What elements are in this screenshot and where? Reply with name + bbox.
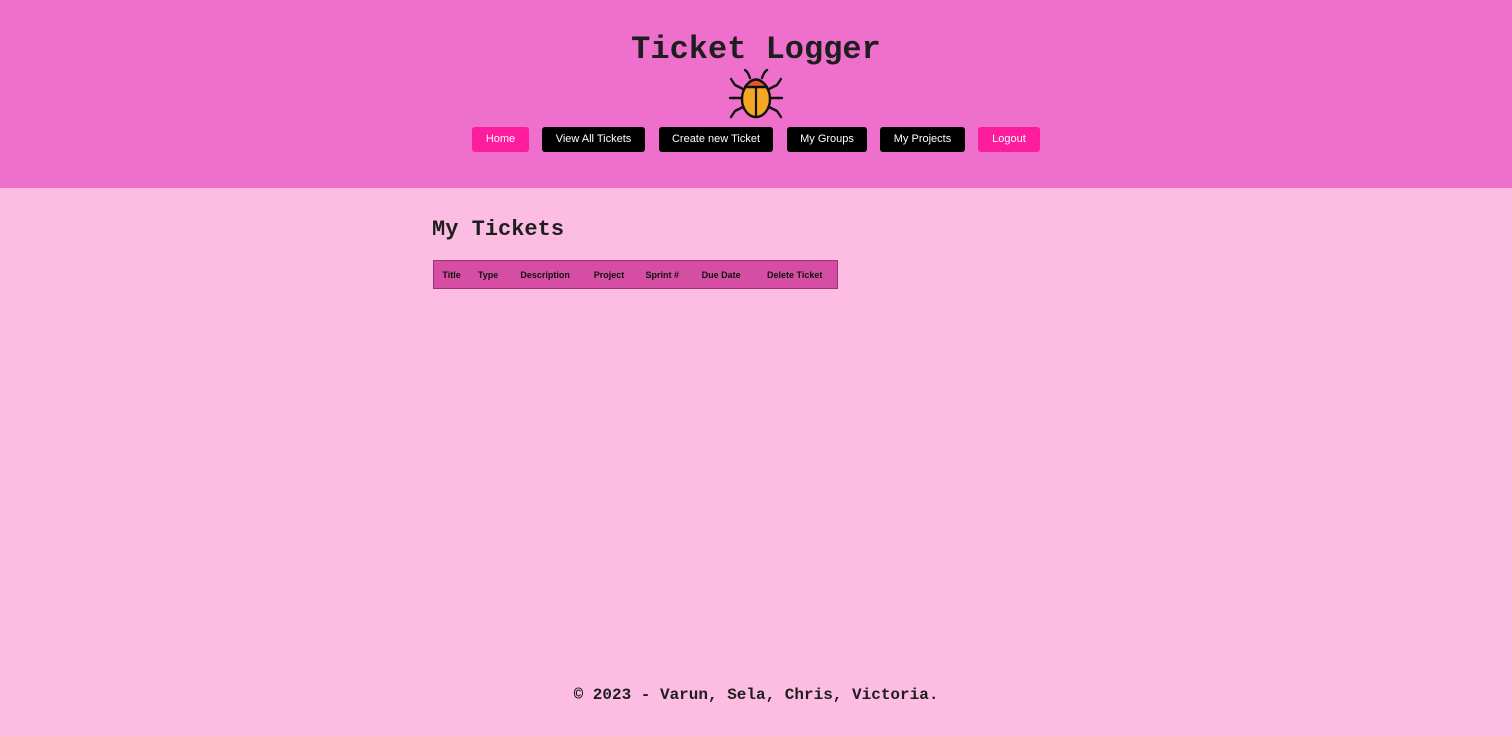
nav-home-button[interactable]: Home [472, 127, 529, 152]
column-header-type: Type [477, 269, 499, 280]
column-header-due-date: Due Date [701, 269, 741, 280]
nav-view-all-tickets-button[interactable]: View All Tickets [542, 127, 645, 152]
bug-icon [728, 68, 784, 119]
site-title: Ticket Logger [631, 31, 881, 68]
column-header-project: Project [593, 269, 625, 280]
column-header-delete-ticket: Delete Ticket [767, 269, 823, 280]
site-footer: © 2023 - Varun, Sela, Chris, Victoria. [573, 686, 939, 704]
table-header-row: Title Type Description Project Sprint # … [434, 261, 838, 289]
nav-logout-button[interactable]: Logout [978, 127, 1040, 152]
nav-create-ticket-button[interactable]: Create new Ticket [659, 127, 773, 152]
column-header-title: Title [442, 269, 461, 280]
site-header: Ticket Logger Home View All Tickets Crea… [0, 0, 1512, 188]
nav-my-projects-button[interactable]: My Projects [880, 127, 965, 152]
column-header-sprint: Sprint # [645, 269, 680, 280]
page-title: My Tickets [432, 217, 565, 242]
tickets-table: Title Type Description Project Sprint # … [433, 260, 838, 289]
main-nav: Home View All Tickets Create new Ticket … [0, 127, 1512, 152]
nav-my-groups-button[interactable]: My Groups [787, 127, 867, 152]
column-header-description: Description [520, 269, 570, 280]
